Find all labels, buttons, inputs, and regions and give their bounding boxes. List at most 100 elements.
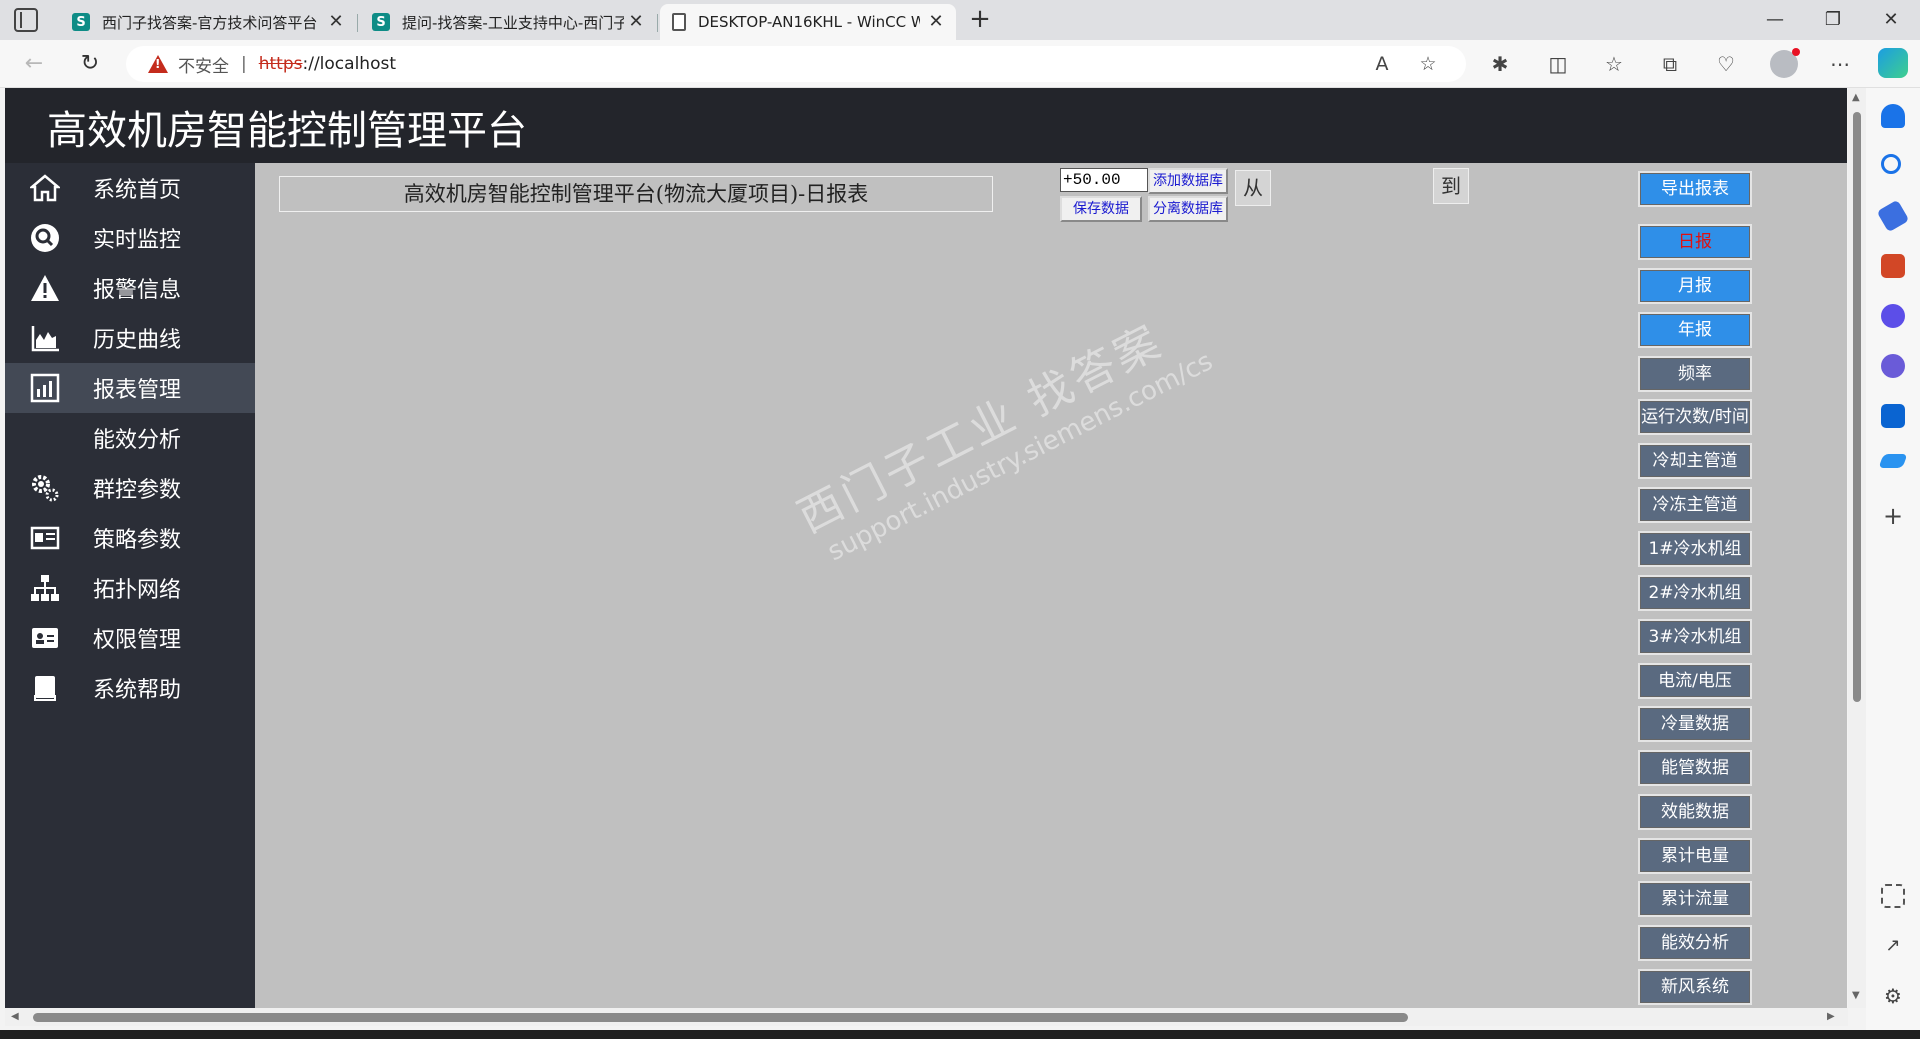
close-tab-icon[interactable]: ✕: [326, 12, 346, 32]
restore-icon[interactable]: ❐: [1810, 4, 1856, 36]
tab-2[interactable]: S 提问-找答案-工业支持中心-西门子 ✕: [360, 4, 658, 40]
nav-item-strategy[interactable]: 策略参数: [5, 513, 255, 563]
chiller-2-button[interactable]: 2#冷水机组: [1638, 575, 1752, 611]
siemens-favicon-icon: S: [72, 13, 90, 31]
chilled-main-pipe-button[interactable]: 冷冻主管道: [1638, 487, 1752, 523]
copilot-icon[interactable]: [1878, 48, 1908, 78]
open-external-icon[interactable]: ↗: [1881, 934, 1905, 958]
nav-label: 实时监控: [93, 228, 182, 253]
monthly-report-button[interactable]: 月报: [1638, 268, 1752, 304]
edge-sidebar: + ↗ ⚙: [1866, 88, 1920, 1033]
scroll-left-icon[interactable]: ◀: [11, 1011, 19, 1022]
toolbar: ← ↻ 不安全 | https ://localhost A ☆ ✱ ◫ ☆ ⧉…: [0, 40, 1920, 88]
address-bar[interactable]: 不安全 | https ://localhost A ☆: [126, 46, 1466, 82]
profile-avatar[interactable]: [1770, 48, 1800, 78]
value-input[interactable]: +50.00: [1060, 168, 1148, 192]
horizontal-scrollbar[interactable]: ◀ ▶: [5, 1008, 1848, 1026]
games-icon[interactable]: [1881, 304, 1905, 328]
outlook-icon[interactable]: [1881, 404, 1905, 428]
vertical-scroll-thumb[interactable]: [1853, 112, 1861, 702]
run-count-button[interactable]: 运行次数/时间: [1638, 399, 1752, 435]
nav-item-reports[interactable]: 报表管理: [5, 363, 255, 413]
gears-icon: [29, 472, 61, 504]
nav-label: 报警信息: [93, 278, 182, 303]
security-label[interactable]: 不安全: [178, 52, 229, 77]
nav-item-alarms[interactable]: 报警信息: [5, 263, 255, 313]
scroll-up-icon[interactable]: ▲: [1852, 92, 1860, 103]
notifications-icon[interactable]: [1881, 104, 1905, 128]
tab-strip: S 西门子找答案-官方技术问答平台 ✕ S 提问-找答案-工业支持中心-西门子 …: [0, 0, 1920, 40]
add-sidebar-app-icon[interactable]: +: [1881, 504, 1905, 528]
new-tab-icon[interactable]: +: [966, 6, 994, 34]
search-icon[interactable]: [1881, 154, 1901, 174]
vertical-scrollbar[interactable]: ▲ ▼: [1848, 88, 1866, 1008]
separator: |: [241, 54, 247, 74]
export-report-button[interactable]: 导出报表: [1638, 171, 1752, 207]
chiller-3-button[interactable]: 3#冷水机组: [1638, 619, 1752, 655]
read-aloud-icon[interactable]: A: [1370, 52, 1394, 76]
back-icon[interactable]: ←: [20, 50, 48, 78]
nav-item-realtime[interactable]: 实时监控: [5, 213, 255, 263]
refresh-icon[interactable]: ↻: [76, 50, 104, 78]
collections-icon[interactable]: ⧉: [1656, 50, 1684, 78]
favorites-icon[interactable]: ☆: [1600, 50, 1628, 78]
page-title: 高效机房智能控制管理平台: [47, 108, 527, 154]
close-window-icon[interactable]: ✕: [1868, 4, 1914, 36]
add-database-button[interactable]: 添加数据库: [1148, 168, 1228, 194]
nav-item-permissions[interactable]: 权限管理: [5, 613, 255, 663]
nav-item-group-params[interactable]: 群控参数: [5, 463, 255, 513]
daily-report-button[interactable]: 日报: [1638, 224, 1752, 260]
warning-icon: [29, 272, 61, 304]
minimize-icon[interactable]: —: [1752, 4, 1798, 36]
report-icon: [29, 372, 61, 404]
detach-database-button[interactable]: 分离数据库: [1148, 196, 1228, 222]
current-voltage-button[interactable]: 电流/电压: [1638, 663, 1752, 699]
report-title: 高效机房智能控制管理平台(物流大厦项目)-日报表: [279, 176, 993, 212]
browser-essentials-icon[interactable]: ♡: [1712, 50, 1740, 78]
cooling-capacity-button[interactable]: 冷量数据: [1638, 706, 1752, 742]
side-nav: 系统首页 实时监控 报警信息 历史曲线 报表管理 能效分析 群控参数 策略参数 …: [5, 163, 255, 1008]
settings-gear-icon[interactable]: ⚙: [1881, 984, 1905, 1008]
screenshot-icon[interactable]: [1881, 884, 1905, 908]
cumulative-flow-button[interactable]: 累计流量: [1638, 881, 1752, 917]
shopping-tag-icon[interactable]: [1876, 199, 1910, 233]
nav-label: 权限管理: [93, 628, 182, 653]
nav-item-home[interactable]: 系统首页: [5, 163, 255, 213]
split-screen-icon[interactable]: ◫: [1544, 50, 1572, 78]
close-tab-icon[interactable]: ✕: [926, 12, 946, 32]
watermark-line-2: support.industry.siemens.com/cs: [822, 346, 1218, 568]
page-header: 高效机房智能控制管理平台: [5, 88, 1847, 163]
favorite-star-icon[interactable]: ☆: [1416, 52, 1440, 76]
fresh-air-system-button[interactable]: 新风系统: [1638, 969, 1752, 1005]
more-menu-icon[interactable]: ⋯: [1826, 50, 1854, 78]
nav-item-history[interactable]: 历史曲线: [5, 313, 255, 363]
energy-management-button[interactable]: 能管数据: [1638, 750, 1752, 786]
tools-icon[interactable]: [1881, 254, 1905, 278]
frequency-button[interactable]: 频率: [1638, 356, 1752, 392]
drop-icon[interactable]: [1878, 454, 1908, 468]
scroll-right-icon[interactable]: ▶: [1827, 1011, 1835, 1022]
extensions-icon[interactable]: ✱: [1486, 50, 1514, 78]
nav-label: 能效分析: [93, 428, 182, 453]
tab-1[interactable]: S 西门子找答案-官方技术问答平台 ✕: [60, 4, 358, 40]
efficiency-analysis-button[interactable]: 能效分析: [1638, 925, 1752, 961]
microsoft-365-icon[interactable]: [1881, 354, 1905, 378]
close-tab-icon[interactable]: ✕: [626, 12, 646, 32]
efficiency-data-button[interactable]: 效能数据: [1638, 794, 1752, 830]
taskbar-edge: [0, 1030, 1920, 1039]
nav-item-topology[interactable]: 拓扑网络: [5, 563, 255, 613]
nav-item-efficiency[interactable]: 能效分析: [5, 413, 255, 463]
yearly-report-button[interactable]: 年报: [1638, 312, 1752, 348]
cumulative-power-button[interactable]: 累计电量: [1638, 838, 1752, 874]
nav-label: 策略参数: [93, 528, 182, 553]
nav-label: 群控参数: [93, 478, 182, 503]
horizontal-scroll-thumb[interactable]: [33, 1013, 1408, 1022]
tab-actions-icon[interactable]: [14, 8, 38, 32]
cooling-main-pipe-button[interactable]: 冷却主管道: [1638, 443, 1752, 479]
nav-item-help[interactable]: 系统帮助: [5, 663, 255, 713]
save-data-button[interactable]: 保存数据: [1060, 196, 1142, 222]
nav-label: 历史曲线: [93, 328, 182, 353]
chiller-1-button[interactable]: 1#冷水机组: [1638, 531, 1752, 567]
tab-3-active[interactable]: DESKTOP-AN16KHL - WinCC WebUX ✕: [660, 4, 956, 40]
scroll-down-icon[interactable]: ▼: [1852, 990, 1860, 1001]
